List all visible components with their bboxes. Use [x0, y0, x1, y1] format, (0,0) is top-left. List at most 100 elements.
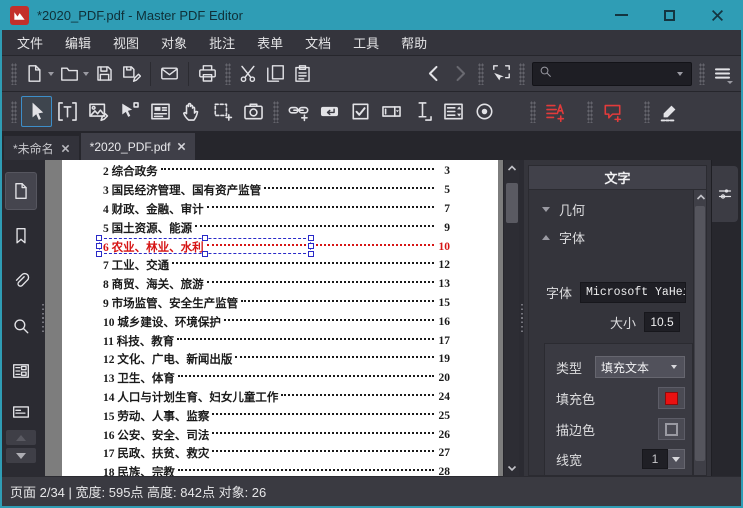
section-geometry[interactable]: 几何 [529, 198, 706, 220]
open-file-button[interactable] [56, 60, 83, 87]
toc-row[interactable]: 14 人口与计划生育、妇女儿童工作 24 [103, 388, 450, 407]
hand-tool-button[interactable] [176, 96, 207, 127]
edit-image-tool-button[interactable] [83, 96, 114, 127]
edit-form-tool-button[interactable] [145, 96, 176, 127]
toolbar-grip[interactable] [587, 100, 593, 123]
menu-item[interactable]: 工具 [342, 30, 390, 55]
section-font[interactable]: 字体 [529, 226, 706, 248]
toc-row[interactable]: 2 综合政务 3 [103, 162, 450, 181]
menu-item[interactable]: 批注 [198, 30, 246, 55]
back-view-button[interactable] [420, 60, 447, 87]
selection-handle[interactable] [308, 251, 314, 257]
fit-selection-button[interactable] [488, 60, 515, 87]
properties-tab[interactable] [712, 166, 738, 222]
toc-row[interactable]: 10 城乡建设、环境保护 16 [103, 312, 450, 331]
selection-handle[interactable] [96, 251, 102, 257]
combobox-field-tool-button[interactable] [376, 96, 407, 127]
menu-item[interactable]: 视图 [102, 30, 150, 55]
scrollbar-thumb[interactable] [506, 183, 518, 223]
scrollbar-track[interactable] [504, 176, 519, 460]
paste-button[interactable] [289, 60, 316, 87]
toolbar-grip[interactable] [225, 62, 231, 85]
edit-path-tool-button[interactable] [114, 96, 145, 127]
panel-splitter[interactable] [519, 160, 524, 476]
toolbar-grip[interactable] [519, 62, 525, 85]
toolbar-grip[interactable] [699, 62, 705, 85]
cut-button[interactable] [235, 60, 262, 87]
menu-item[interactable]: 文件 [6, 30, 54, 55]
selection-handle[interactable] [96, 235, 102, 241]
selection-handle[interactable] [308, 235, 314, 241]
font-size-field[interactable]: 10.5 [644, 312, 680, 332]
listbox-field-tool-button[interactable] [438, 96, 469, 127]
menu-item[interactable]: 帮助 [390, 30, 438, 55]
line-width-spinner[interactable] [668, 449, 685, 469]
fill-color-button[interactable] [658, 387, 685, 409]
add-callout-tool-button[interactable] [597, 96, 628, 127]
save-as-button[interactable] [118, 60, 145, 87]
email-button[interactable] [156, 60, 183, 87]
link-tool-button[interactable] [283, 96, 314, 127]
toc-row[interactable]: 13 卫生、体育 20 [103, 369, 450, 388]
toc-row[interactable]: 5 国土资源、能源 9 [103, 218, 450, 237]
main-menu-button[interactable] [709, 60, 736, 87]
menu-item[interactable]: 文档 [294, 30, 342, 55]
sidebar-scroll-up-button[interactable] [6, 430, 36, 445]
forward-view-button[interactable] [447, 60, 474, 87]
toc-row[interactable]: 4 财政、金融、审计 7 [103, 200, 450, 219]
toc-row[interactable]: 16 公安、安全、司法 26 [103, 425, 450, 444]
toolbar-grip[interactable] [478, 62, 484, 85]
selection-handle[interactable] [96, 243, 102, 249]
search-dropdown[interactable] [677, 71, 683, 76]
toc-row[interactable]: 15 劳动、人事、监察 25 [103, 406, 450, 425]
close-button[interactable] [693, 0, 741, 30]
print-button[interactable] [194, 60, 221, 87]
toolbar-grip[interactable] [11, 62, 17, 85]
button-field-tool-button[interactable] [314, 96, 345, 127]
toc-row[interactable]: 3 国民经济管理、国有资产监管 5 [103, 181, 450, 200]
menu-item[interactable]: 编辑 [54, 30, 102, 55]
bookmarks-panel-button[interactable] [5, 217, 37, 255]
save-button[interactable] [91, 60, 118, 87]
open-file-dropdown[interactable] [83, 71, 89, 76]
panel-scrollbar-thumb[interactable] [695, 206, 705, 461]
object-selection-box[interactable] [96, 235, 314, 257]
selection-handle[interactable] [308, 243, 314, 249]
document-view[interactable]: 2 综合政务 3 3 国民经济管理、国有资产监管 5 4 财政、金融、审计 7 5 国土资源… [45, 160, 503, 476]
pdf-page[interactable]: 2 综合政务 3 3 国民经济管理、国有资产监管 5 4 财政、金融、审计 7 5 国土资源… [62, 160, 498, 476]
minimize-button[interactable] [597, 0, 645, 30]
toolbar-grip[interactable] [530, 100, 536, 123]
toc-row[interactable]: 18 民族、宗教 28 [103, 463, 450, 476]
stroke-color-button[interactable] [658, 418, 685, 440]
form-fields-panel-button[interactable] [5, 352, 37, 390]
panel-scroll-up-button[interactable] [694, 190, 706, 204]
snapshot-tool-button[interactable] [238, 96, 269, 127]
panel-scrollbar[interactable] [693, 190, 706, 475]
edit-text-tool-button[interactable] [52, 96, 83, 127]
new-document-button[interactable] [21, 60, 48, 87]
toc-row[interactable]: 7 工业、交通 12 [103, 256, 450, 275]
scroll-up-button[interactable] [504, 160, 520, 176]
scroll-down-button[interactable] [504, 460, 520, 476]
toc-row[interactable]: 9 市场监管、安全生产监管 15 [103, 294, 450, 313]
add-text-annotation-tool-button[interactable] [540, 96, 571, 127]
highlight-tool-button[interactable] [654, 96, 685, 127]
selection-handle[interactable] [202, 251, 208, 257]
font-name-field[interactable]: Microsoft YaHei [580, 282, 687, 303]
maximize-button[interactable] [645, 0, 693, 30]
line-width-field[interactable]: 1 [642, 449, 668, 469]
radio-field-tool-button[interactable] [469, 96, 500, 127]
sidebar-scroll-down-button[interactable] [6, 448, 36, 463]
tab-close-icon[interactable] [61, 144, 70, 153]
signatures-panel-button[interactable] [5, 397, 37, 427]
copy-button[interactable] [262, 60, 289, 87]
toc-row[interactable]: 17 民政、扶贫、救灾 27 [103, 444, 450, 463]
menu-item[interactable]: 对象 [150, 30, 198, 55]
toolbar-grip[interactable] [273, 100, 279, 123]
search-panel-button[interactable] [5, 307, 37, 345]
pages-panel-button[interactable] [5, 172, 37, 210]
menu-item[interactable]: 表单 [246, 30, 294, 55]
toolbar-grip[interactable] [644, 100, 650, 123]
selection-handle[interactable] [202, 235, 208, 241]
text-field-tool-button[interactable] [407, 96, 438, 127]
